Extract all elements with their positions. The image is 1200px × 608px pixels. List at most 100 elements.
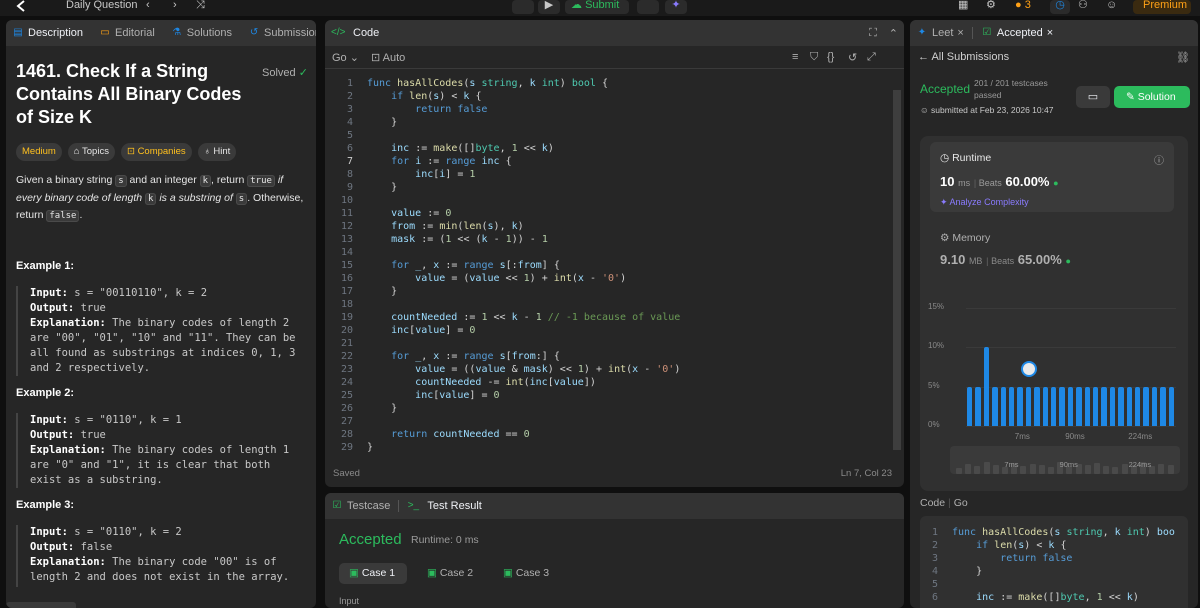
streak-counter[interactable]: ● 3 (1015, 0, 1031, 14)
prev-icon[interactable]: ‹ (146, 0, 150, 14)
tab-leet[interactable]: ✦ Leet × (910, 20, 970, 46)
code-line: 5 (333, 129, 893, 142)
avatar[interactable]: ☺ (1106, 0, 1117, 14)
runtime-bar[interactable] (1034, 386, 1040, 426)
code-editor[interactable]: 1 func hasAllCodes(s string, k int) bool … (333, 77, 893, 454)
range-overview[interactable]: 7ms 90ms 224ms (950, 446, 1180, 474)
tab-submissions[interactable]: ↺ Submissions (242, 20, 316, 46)
tab-solutions[interactable]: ⚗ Solutions (165, 20, 238, 46)
line-number: 3 (346, 104, 353, 115)
code-line: 2 if len(s) < k { (920, 539, 1175, 552)
runtime-bar[interactable] (1051, 386, 1057, 426)
label: Input: (30, 414, 68, 426)
memory-unit: MB (968, 256, 983, 266)
layout-icon[interactable]: ▦ (958, 0, 968, 14)
settings-icon[interactable]: ⚙ (986, 0, 996, 14)
code-line: 24 countNeeded -= int(inc[value]) (333, 376, 893, 389)
timer-icon[interactable]: ◷ (1050, 0, 1070, 14)
tab-description[interactable]: ▤ Description (6, 20, 89, 46)
solution-button[interactable]: ✎ Solution (1114, 86, 1190, 108)
close-icon[interactable]: × (1047, 27, 1053, 39)
runtime-bar[interactable] (1101, 386, 1107, 426)
runtime-bar[interactable] (1126, 386, 1132, 426)
editor-scrollbar[interactable] (893, 90, 901, 450)
submitted-code[interactable]: 1 func hasAllCodes(s string, k int) boo 2 … (920, 516, 1188, 608)
analyze-complexity-link[interactable]: ✦ Analyze Complexity (940, 197, 1029, 208)
tab-accepted[interactable]: ☑ Accepted × (975, 20, 1059, 46)
add-friend-icon[interactable]: ⚇ (1078, 0, 1088, 14)
submit-button[interactable]: ☁ Submit (565, 0, 629, 14)
runtime-bar[interactable] (1093, 386, 1099, 426)
runtime-bar[interactable] (967, 386, 973, 426)
runtime-bar[interactable] (1143, 386, 1149, 426)
runtime-bar[interactable] (1009, 386, 1015, 426)
expand-icon[interactable]: ⤢ (867, 51, 876, 64)
checkbox-icon: ☑ (332, 500, 342, 511)
share-icon[interactable]: ⛓ (1176, 51, 1190, 64)
runtime-bar[interactable] (1042, 386, 1048, 426)
code-line: 10 (333, 194, 893, 207)
logo-icon[interactable] (14, 0, 28, 14)
runtime-bar[interactable] (1025, 386, 1032, 426)
close-icon[interactable]: × (957, 27, 963, 39)
auto-mode-toggle[interactable]: ⊡ Auto (371, 51, 405, 64)
companies-tag[interactable]: ⊡ Companies (120, 143, 192, 161)
runtime-bar[interactable] (1109, 386, 1116, 426)
language-select[interactable]: Go ⌄ (332, 51, 359, 64)
line-number: 17 (340, 286, 353, 297)
overview-tick-label: 90ms (1059, 460, 1078, 469)
runtime-bar[interactable] (992, 386, 998, 426)
runtime-bar[interactable] (1135, 386, 1141, 426)
tab-code[interactable]: </> Code (325, 20, 385, 46)
bookmark-icon[interactable]: ⛉ (810, 51, 818, 64)
runtime-bar[interactable] (1017, 386, 1023, 426)
runtime-bar[interactable] (1084, 386, 1090, 426)
topics-tag[interactable]: ⌂ Topics (67, 143, 115, 161)
your-submission-avatar[interactable] (1020, 360, 1037, 377)
runtime-bar[interactable] (1151, 386, 1158, 426)
hint-tag[interactable]: ♁ Hint (197, 143, 237, 161)
next-icon[interactable]: › (173, 0, 177, 14)
runtime-bar[interactable] (983, 347, 990, 426)
runtime-bar[interactable] (1118, 386, 1124, 426)
case-tab-2[interactable]: ▣ Case 2 (419, 563, 487, 584)
format-icon[interactable]: ≡ (792, 51, 798, 63)
runtime-distribution-chart[interactable]: 15% 10% 5% 0% 7ms 90ms 224ms (920, 296, 1188, 446)
fullscreen-icon[interactable]: ⛶ (863, 20, 883, 46)
runtime-bar[interactable] (1000, 386, 1006, 426)
case-tab-1[interactable]: ▣ Case 1 (339, 563, 407, 584)
stats-card: ◷ Runtime ⓘ 10 ms | Beats 60.00% ● ✦ Ana… (920, 136, 1188, 491)
medal-icon: ● (1065, 256, 1071, 266)
text: Given a binary string (16, 174, 116, 186)
runtime-bar[interactable] (1160, 386, 1166, 426)
run-button[interactable]: ▶ (538, 0, 560, 14)
reset-icon[interactable]: ↺ (848, 51, 857, 64)
runtime-bar[interactable] (1076, 386, 1082, 426)
runtime-bar[interactable] (1168, 386, 1174, 426)
shuffle-icon[interactable]: ⤨ (196, 0, 205, 14)
ai-button[interactable]: ✦ (665, 0, 687, 14)
runtime-card[interactable]: ◷ Runtime ⓘ 10 ms | Beats 60.00% ● ✦ Ana… (930, 142, 1174, 212)
premium-button[interactable]: Premium (1133, 0, 1191, 14)
braces-icon[interactable]: {} (827, 51, 834, 63)
runtime-bar[interactable] (1059, 386, 1065, 426)
daily-question-link[interactable]: Daily Question (66, 0, 138, 14)
back-link[interactable]: ← All Submissions (918, 51, 1009, 63)
runtime-bar[interactable] (1067, 386, 1074, 426)
tab-editorial[interactable]: ▭ Editorial (93, 20, 161, 46)
note-button[interactable] (637, 0, 659, 14)
code-header: Code | Go (920, 497, 968, 509)
debug-button[interactable] (512, 0, 534, 14)
runtime-bar[interactable] (975, 386, 981, 426)
editorial-button[interactable]: ▭ (1076, 86, 1110, 108)
collapse-icon[interactable]: ⌃ (883, 20, 904, 46)
tab-testcase[interactable]: ☑ Testcase (325, 493, 396, 519)
cursor-position: Ln 7, Col 23 (840, 468, 892, 479)
tab-test-result[interactable]: >_ Test Result (401, 493, 487, 519)
memory-header[interactable]: ⚙ Memory (940, 232, 990, 244)
value: true (74, 302, 106, 314)
info-icon[interactable]: ⓘ (1154, 152, 1164, 167)
inline-code: true (247, 175, 275, 187)
cloud-icon: ☁ (571, 0, 586, 11)
case-tab-3[interactable]: ▣ Case 3 (495, 563, 563, 584)
